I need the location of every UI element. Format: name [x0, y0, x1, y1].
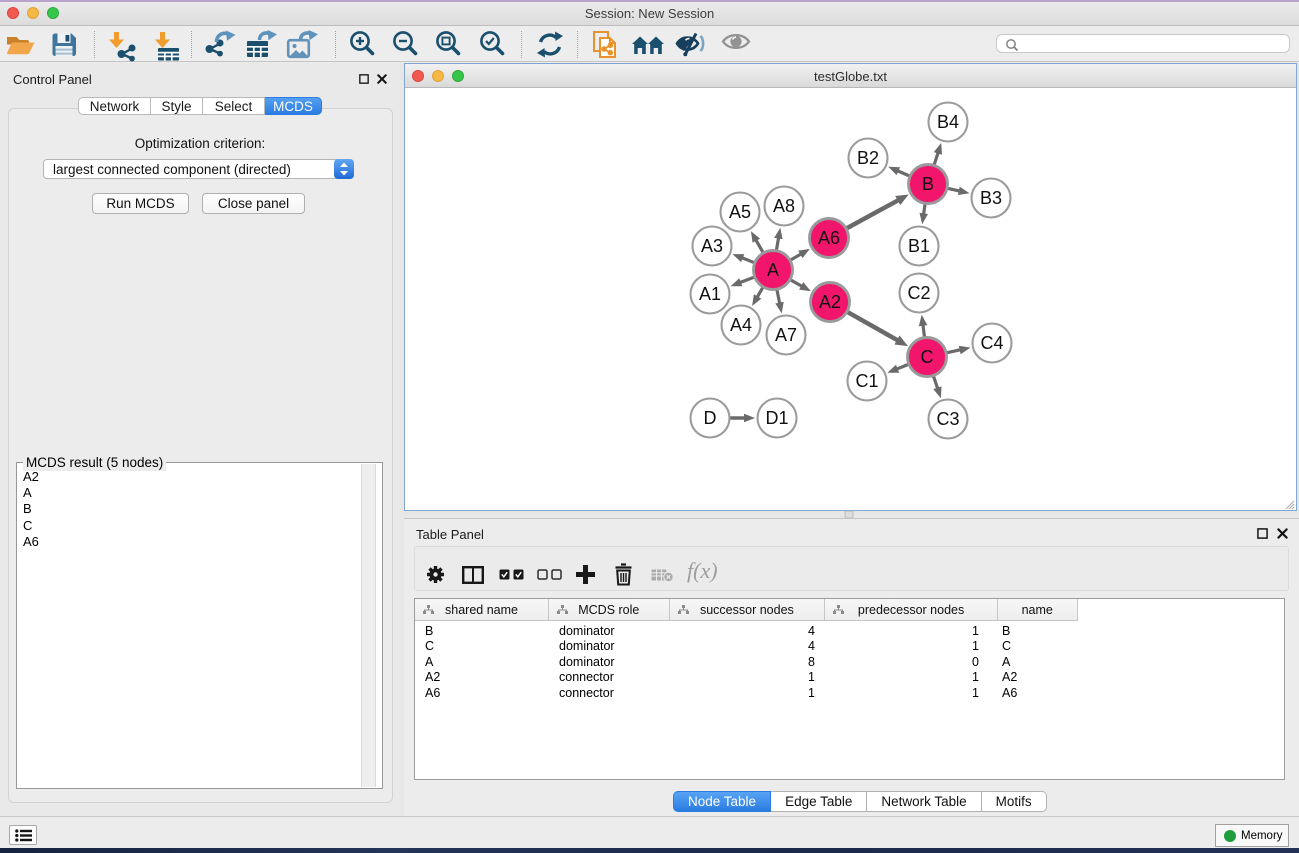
svg-text:A4: A4 — [730, 315, 752, 335]
svg-text:B4: B4 — [937, 112, 959, 132]
svg-text:D: D — [704, 408, 717, 428]
svg-text:A1: A1 — [699, 284, 721, 304]
svg-text:D1: D1 — [765, 408, 788, 428]
svg-text:C4: C4 — [980, 333, 1003, 353]
svg-text:A8: A8 — [773, 196, 795, 216]
svg-text:C3: C3 — [936, 409, 959, 429]
svg-text:B3: B3 — [980, 188, 1002, 208]
svg-text:C2: C2 — [907, 283, 930, 303]
svg-text:A5: A5 — [729, 202, 751, 222]
svg-text:A: A — [767, 260, 779, 280]
svg-text:A6: A6 — [818, 228, 840, 248]
svg-text:B2: B2 — [857, 148, 879, 168]
svg-text:A7: A7 — [775, 325, 797, 345]
svg-text:C1: C1 — [855, 371, 878, 391]
svg-text:C: C — [921, 347, 934, 367]
svg-text:B: B — [922, 174, 934, 194]
svg-text:B1: B1 — [908, 236, 930, 256]
svg-text:A3: A3 — [701, 236, 723, 256]
svg-text:A2: A2 — [819, 292, 841, 312]
